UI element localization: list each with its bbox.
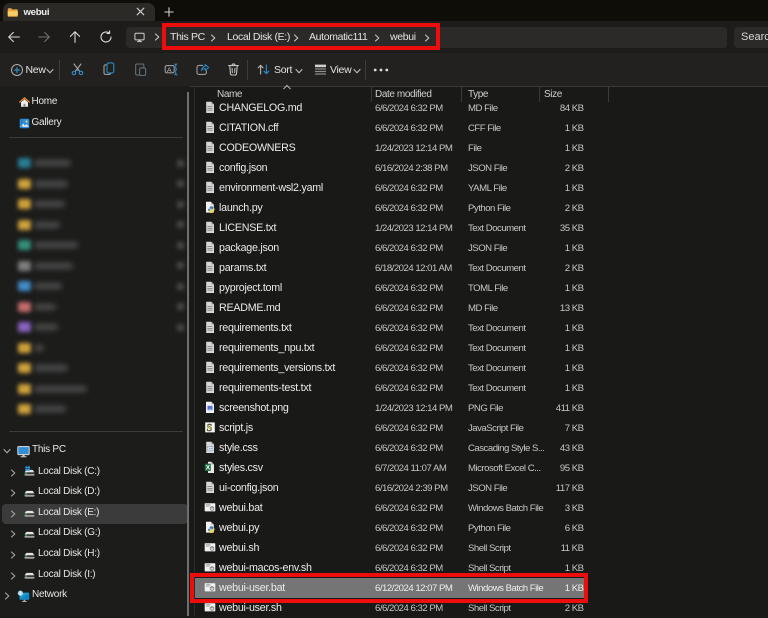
svg-text:A: A — [167, 67, 172, 74]
svg-text:S: S — [207, 423, 213, 434]
svg-text:X: X — [206, 464, 211, 471]
